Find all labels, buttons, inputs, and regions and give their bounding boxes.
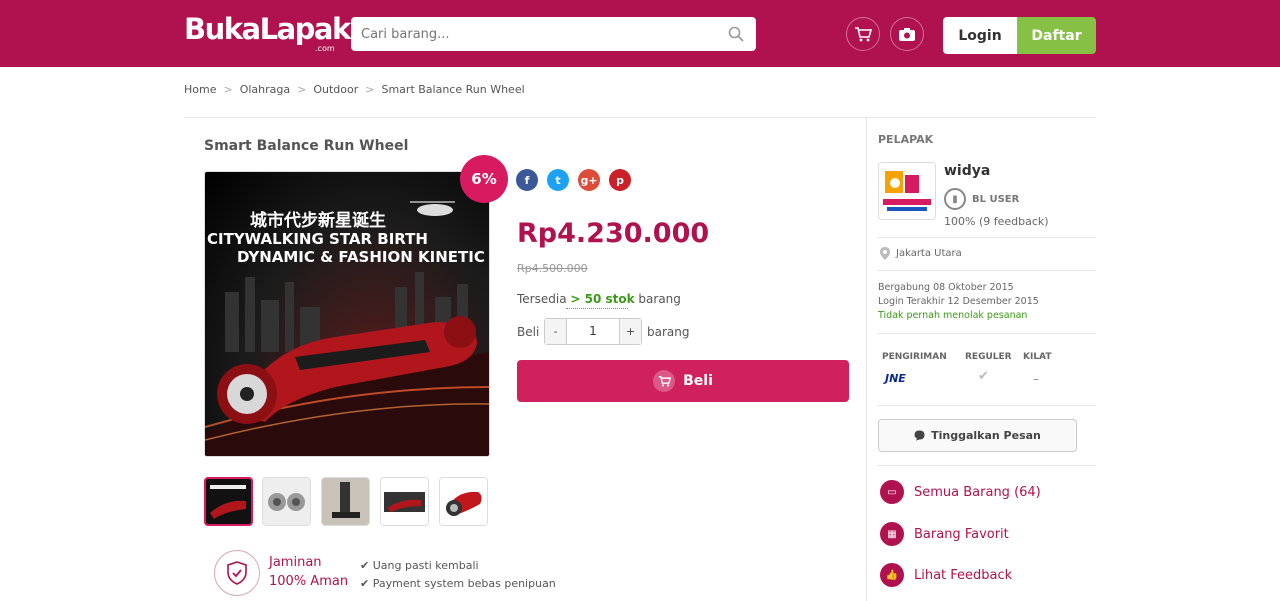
twitter-icon[interactable]: t	[547, 169, 569, 191]
guarantee-title: Jaminan 100% Aman	[269, 553, 348, 591]
seller-badge-label: BL USER	[972, 193, 1020, 205]
stock-info: Tersedia > 50 stok barang	[517, 292, 681, 306]
decrement-button[interactable]: -	[545, 319, 567, 344]
old-price: Rp4.500.000	[517, 262, 588, 275]
all-items-label: Semua Barang (64)	[914, 484, 1041, 500]
shipping-express-header: KILAT	[1023, 352, 1052, 362]
guarantee-point: ✔ Uang pasti kembali	[360, 559, 479, 572]
stock-underline	[566, 308, 628, 309]
breadcrumb-separator: >	[365, 83, 375, 96]
seller-never-reject: Tidak pernah menolak pesanan	[878, 310, 1028, 321]
shipping-regular-header: REGULER	[965, 352, 1012, 362]
image-text-line2: CITYWALKING STAR BIRTH	[207, 230, 428, 248]
courier-jne-logo: JNE	[885, 372, 906, 385]
divider	[878, 465, 1096, 466]
thumbnail[interactable]	[439, 477, 488, 526]
chat-icon	[914, 430, 925, 441]
increment-button[interactable]: +	[619, 319, 641, 344]
seller-section-title: PELAPAK	[878, 133, 934, 146]
image-text-chinese: 城市代步新星诞生	[250, 211, 386, 231]
breadcrumb-current: Smart Balance Run Wheel	[381, 83, 525, 96]
thumbnail[interactable]	[262, 477, 311, 526]
divider	[878, 405, 1096, 406]
register-button[interactable]: Daftar	[1017, 17, 1096, 54]
favorite-items-label: Barang Favorit	[914, 526, 1009, 542]
guarantee-title-line1: Jaminan	[269, 555, 322, 570]
logo-sub: .com	[315, 44, 335, 53]
seller-avatar[interactable]	[878, 162, 936, 220]
favorite-items-link[interactable]: ▦ Barang Favorit	[880, 522, 1009, 546]
divider	[878, 333, 1096, 334]
shield-icon	[214, 550, 260, 596]
view-feedback-label: Lihat Feedback	[914, 567, 1013, 583]
thumbnail[interactable]	[204, 477, 253, 526]
bl-user-icon: ▮	[944, 188, 966, 210]
breadcrumb-home[interactable]: Home	[184, 83, 216, 96]
cart-icon[interactable]	[846, 17, 880, 51]
breadcrumb-subcategory[interactable]: Outdoor	[313, 83, 358, 96]
seller-activity: Bergabung 08 Oktober 2015 Login Terakhir…	[878, 281, 1039, 323]
divider	[878, 270, 1096, 271]
camera-icon[interactable]	[890, 17, 924, 51]
guarantee-point: ✔ Payment system bebas penipuan	[360, 577, 556, 590]
divider	[184, 117, 1096, 118]
seller-name[interactable]: widya	[944, 163, 990, 179]
seller-last-login: Login Terakhir 12 Desember 2015	[878, 296, 1039, 307]
seller-joined: Bergabung 08 Oktober 2015	[878, 282, 1014, 293]
quantity-label: Beli	[517, 325, 540, 339]
breadcrumb-category[interactable]: Olahraga	[240, 83, 290, 96]
guarantee-title-line2: 100% Aman	[269, 574, 349, 589]
thumbnail[interactable]	[321, 477, 370, 526]
facebook-icon[interactable]: f	[516, 169, 538, 191]
seller-feedback: 100% (9 feedback)	[944, 215, 1049, 228]
breadcrumb: Home > Olahraga > Outdoor > Smart Balanc…	[184, 83, 525, 96]
sidebar-divider	[866, 117, 867, 601]
quantity-stepper: - 1 +	[544, 318, 642, 345]
quantity-unit: barang	[647, 325, 690, 339]
buy-button[interactable]: Beli	[517, 360, 849, 402]
seller-badge: ▮ BL USER	[944, 188, 1019, 210]
quantity-input[interactable]: 1	[567, 319, 619, 344]
all-items-link[interactable]: ▭ Semua Barang (64)	[880, 480, 1041, 504]
view-feedback-link[interactable]: 👍 Lihat Feedback	[880, 563, 1012, 587]
favorite-icon: ▦	[880, 522, 904, 546]
guarantee-points: ✔ Uang pasti kembali ✔ Payment system be…	[360, 557, 556, 593]
cart-icon	[653, 370, 676, 392]
shipping-express-value: –	[1033, 372, 1039, 386]
stock-unit: barang	[638, 292, 681, 306]
search-input[interactable]	[351, 17, 711, 51]
check-icon: ✔	[978, 369, 989, 384]
thumbs-up-icon: 👍	[880, 563, 904, 587]
stock-value: > 50 stok	[570, 292, 635, 306]
google-plus-icon[interactable]: g+	[578, 169, 600, 191]
items-icon: ▭	[880, 480, 904, 504]
product-image[interactable]: 城市代步新星诞生 CITYWALKING STAR BIRTH DYNAMIC …	[204, 171, 490, 457]
seller-location-text: Jakarta Utara	[896, 248, 962, 259]
logo[interactable]: BukaLapak	[184, 12, 351, 46]
search-icon[interactable]	[728, 26, 744, 42]
stock-label: Tersedia	[517, 292, 567, 306]
pinterest-icon[interactable]: p	[609, 169, 631, 191]
breadcrumb-separator: >	[223, 83, 233, 96]
breadcrumb-separator: >	[297, 83, 307, 96]
shipping-header: PENGIRIMAN	[882, 352, 947, 362]
top-header: BukaLapak .com Login Daftar	[0, 0, 1280, 67]
divider	[878, 237, 1096, 238]
price: Rp4.230.000	[517, 218, 710, 249]
product-title: Smart Balance Run Wheel	[204, 138, 409, 154]
search-box[interactable]	[351, 17, 756, 51]
image-text-english: CITYWALKING STAR BIRTH DYNAMIC & FASHION…	[207, 230, 485, 266]
seller-location: Jakarta Utara	[880, 247, 962, 260]
buy-button-label: Beli	[683, 373, 713, 389]
image-text-line3: DYNAMIC & FASHION KINETIC	[237, 248, 485, 266]
location-pin-icon	[880, 247, 890, 260]
discount-badge: 6%	[460, 155, 508, 203]
leave-message-button[interactable]: Tinggalkan Pesan	[878, 419, 1077, 452]
login-button[interactable]: Login	[943, 17, 1017, 54]
thumbnail[interactable]	[380, 477, 429, 526]
leave-message-label: Tinggalkan Pesan	[931, 429, 1041, 442]
